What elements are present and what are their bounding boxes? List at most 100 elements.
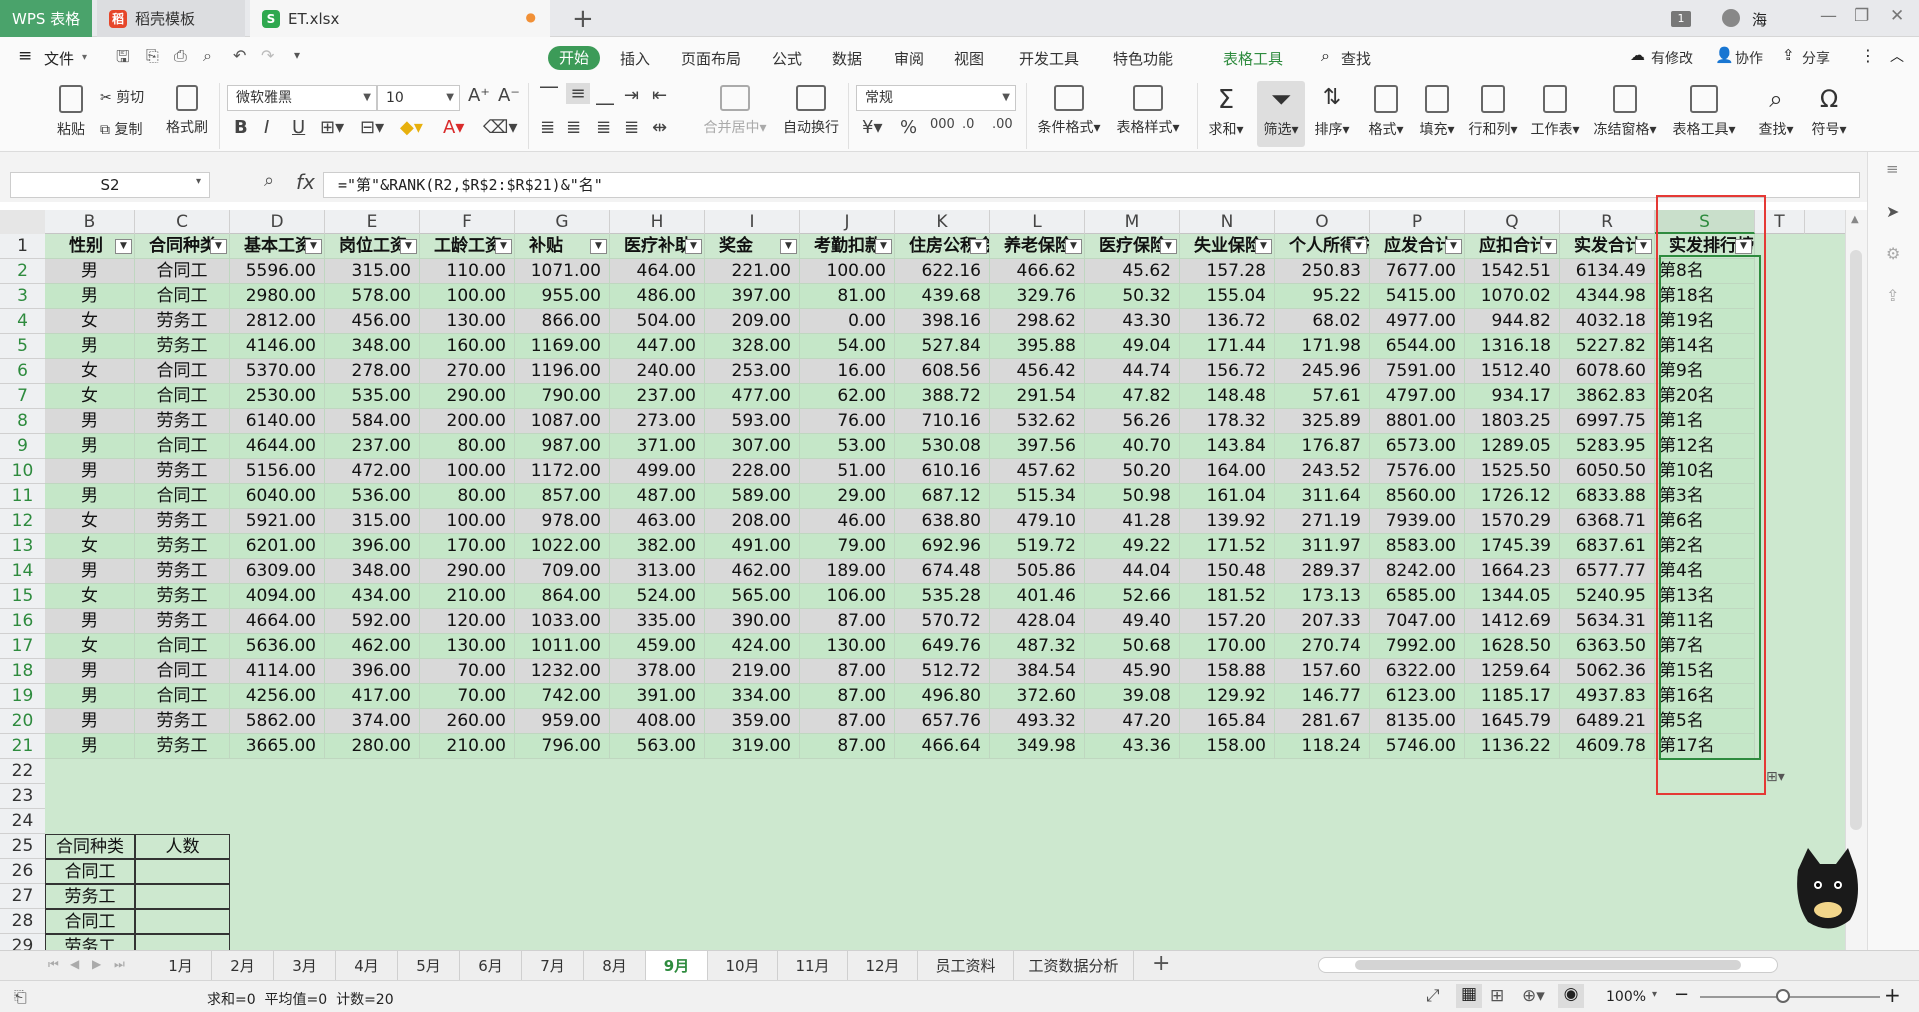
data-cell[interactable]: 1172.00 xyxy=(515,459,610,484)
data-cell[interactable]: 5634.31 xyxy=(1560,609,1655,634)
data-cell[interactable]: 271.19 xyxy=(1275,509,1370,534)
filter-dropdown-icon[interactable]: ▼ xyxy=(495,239,512,254)
row-header[interactable]: 21 xyxy=(0,734,45,759)
data-cell[interactable]: 477.00 xyxy=(705,384,800,409)
data-cell[interactable]: 70.00 xyxy=(420,684,515,709)
column-header-K[interactable]: K xyxy=(895,210,990,234)
mascot-cat-icon[interactable] xyxy=(1790,840,1868,950)
zoom-dropdown-icon[interactable]: ▾ xyxy=(1652,989,1657,1000)
sheet-tab[interactable]: 10月 xyxy=(708,951,778,981)
header-cell[interactable]: 养老保险 ▼ xyxy=(990,234,1085,259)
data-cell[interactable]: 合同工 xyxy=(135,634,230,659)
sheet-tab[interactable]: 工资数据分析 xyxy=(1014,951,1134,981)
data-cell[interactable]: 合同工 xyxy=(135,684,230,709)
filter-dropdown-icon[interactable]: ▼ xyxy=(210,239,227,254)
row-header[interactable]: 5 xyxy=(0,334,45,359)
filter-dropdown-icon[interactable]: ▼ xyxy=(875,239,892,254)
sheet-tab[interactable]: 7月 xyxy=(522,951,584,981)
data-cell[interactable]: 1745.39 xyxy=(1465,534,1560,559)
data-cell[interactable]: 150.48 xyxy=(1180,559,1275,584)
data-cell[interactable]: 50.98 xyxy=(1085,484,1180,509)
row-header[interactable]: 27 xyxy=(0,884,45,909)
data-cell[interactable]: 281.67 xyxy=(1275,709,1370,734)
data-cell[interactable]: 397.00 xyxy=(705,284,800,309)
data-cell[interactable]: 170.00 xyxy=(1180,634,1275,659)
collapse-ribbon-icon[interactable]: ︿ xyxy=(1890,46,1904,66)
header-cell[interactable]: 失业保险 ▼ xyxy=(1180,234,1275,259)
data-cell[interactable]: 535.00 xyxy=(325,384,420,409)
horizontal-scrollbar[interactable] xyxy=(1318,957,1778,973)
header-cell[interactable]: 奖金 ▼ xyxy=(705,234,800,259)
decrease-font-icon[interactable]: A⁻ xyxy=(498,85,520,106)
align-bottom-icon[interactable]: ⎽ xyxy=(596,85,614,106)
data-cell[interactable]: 1070.02 xyxy=(1465,284,1560,309)
fill-color-icon[interactable]: ◆▾ xyxy=(400,117,423,138)
worksheet-button[interactable]: 工作表▾ xyxy=(1530,85,1580,139)
data-cell[interactable]: 130.00 xyxy=(800,634,895,659)
filter-dropdown-icon[interactable]: ▼ xyxy=(1350,239,1367,254)
data-cell[interactable]: 6201.00 xyxy=(230,534,325,559)
normal-view-icon[interactable]: ▦ xyxy=(1456,984,1482,1008)
data-cell[interactable]: 692.96 xyxy=(895,534,990,559)
data-cell[interactable]: 2812.00 xyxy=(230,309,325,334)
data-cell[interactable]: 171.52 xyxy=(1180,534,1275,559)
column-header-C[interactable]: C xyxy=(135,210,230,234)
data-cell[interactable]: 女 xyxy=(45,384,135,409)
data-cell[interactable]: 209.00 xyxy=(705,309,800,334)
data-cell[interactable]: 29.00 xyxy=(800,484,895,509)
data-cell[interactable]: 劳务工 xyxy=(135,559,230,584)
data-cell[interactable]: 56.26 xyxy=(1085,409,1180,434)
data-cell[interactable]: 457.62 xyxy=(990,459,1085,484)
data-cell[interactable]: 200.00 xyxy=(420,409,515,434)
data-cell[interactable]: 女 xyxy=(45,359,135,384)
data-cell[interactable]: 496.80 xyxy=(895,684,990,709)
data-cell[interactable]: 劳务工 xyxy=(135,609,230,634)
data-cell[interactable]: 49.04 xyxy=(1085,334,1180,359)
data-cell[interactable]: 584.00 xyxy=(325,409,420,434)
data-cell[interactable]: 6140.00 xyxy=(230,409,325,434)
data-cell[interactable]: 382.00 xyxy=(610,534,705,559)
font-family-select[interactable]: 微软雅黑 ▼ xyxy=(227,85,377,111)
next-sheet-icon[interactable]: ▶ xyxy=(92,957,101,971)
data-cell[interactable]: 1169.00 xyxy=(515,334,610,359)
data-cell[interactable]: 5746.00 xyxy=(1370,734,1465,759)
data-cell[interactable]: 278.00 xyxy=(325,359,420,384)
prev-sheet-icon[interactable]: ◀ xyxy=(70,957,79,971)
data-cell[interactable]: 130.00 xyxy=(420,309,515,334)
data-cell[interactable]: 8583.00 xyxy=(1370,534,1465,559)
row-header[interactable]: 25 xyxy=(0,834,45,859)
data-cell[interactable]: 987.00 xyxy=(515,434,610,459)
data-cell[interactable]: 5862.00 xyxy=(230,709,325,734)
data-cell[interactable]: 4644.00 xyxy=(230,434,325,459)
data-cell[interactable]: 530.08 xyxy=(895,434,990,459)
data-cell[interactable]: 622.16 xyxy=(895,259,990,284)
data-cell[interactable]: 536.00 xyxy=(325,484,420,509)
data-cell[interactable]: 男 xyxy=(45,659,135,684)
avatar[interactable] xyxy=(1722,9,1740,27)
data-cell[interactable]: 7047.00 xyxy=(1370,609,1465,634)
column-header-D[interactable]: D xyxy=(230,210,325,234)
data-cell[interactable]: 1136.22 xyxy=(1465,734,1560,759)
data-cell[interactable]: 374.00 xyxy=(325,709,420,734)
data-cell[interactable]: 245.96 xyxy=(1275,359,1370,384)
data-cell[interactable]: 57.61 xyxy=(1275,384,1370,409)
data-cell[interactable]: 472.00 xyxy=(325,459,420,484)
data-cell[interactable]: 176.87 xyxy=(1275,434,1370,459)
data-cell[interactable]: 53.00 xyxy=(800,434,895,459)
border-icon[interactable]: ⊞▾ xyxy=(320,117,344,138)
data-cell[interactable]: 504.00 xyxy=(610,309,705,334)
data-cell[interactable]: 1011.00 xyxy=(515,634,610,659)
data-cell[interactable]: 710.16 xyxy=(895,409,990,434)
page-layout-icon[interactable]: ⊕▾ xyxy=(1522,986,1545,1006)
search-icon[interactable]: ⌕ xyxy=(1321,46,1330,66)
row-header[interactable]: 2 xyxy=(0,259,45,284)
data-cell[interactable]: 合同工 xyxy=(135,359,230,384)
data-cell[interactable]: 劳务工 xyxy=(135,509,230,534)
data-cell[interactable]: 424.00 xyxy=(705,634,800,659)
sheet-tab[interactable]: 1月 xyxy=(150,951,212,981)
data-cell[interactable]: 181.52 xyxy=(1180,584,1275,609)
data-cell[interactable]: 378.00 xyxy=(610,659,705,684)
data-cell[interactable]: 311.97 xyxy=(1275,534,1370,559)
data-cell[interactable]: 男 xyxy=(45,484,135,509)
data-cell[interactable]: 796.00 xyxy=(515,734,610,759)
